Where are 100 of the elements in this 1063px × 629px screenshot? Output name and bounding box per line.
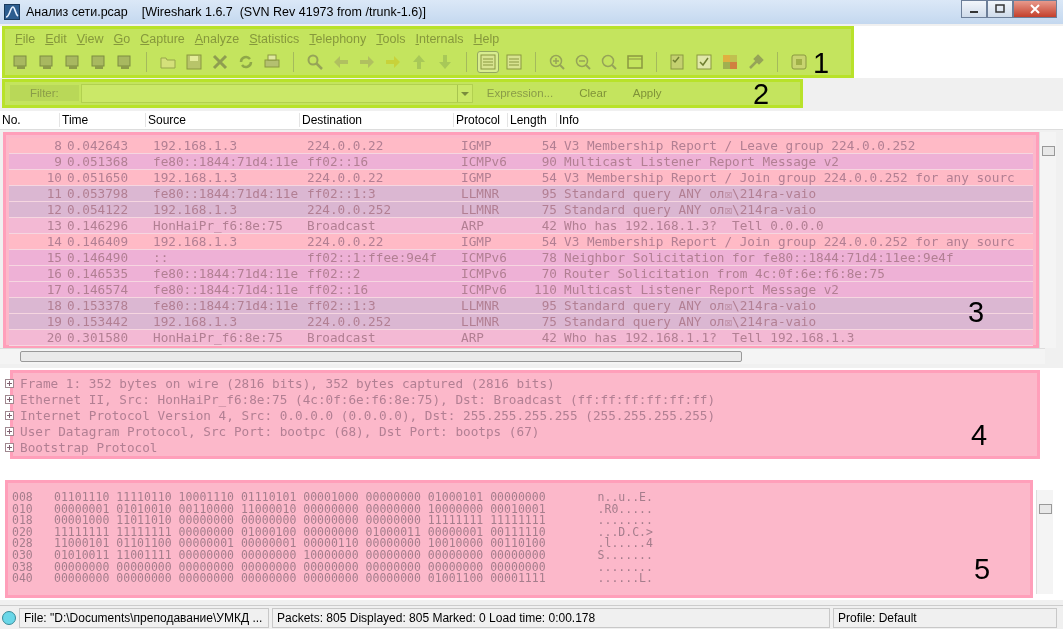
- byte-values: 11111111 11111111 00000000 01000100 00000000 01000011 00000001 00111110: [54, 526, 546, 539]
- byte-values: 00000001 01010010 00110000 11000010 00000000 00000000 10000000 00010001: [54, 503, 546, 516]
- status-file: File: "D:\Documents\преподавание\УМКД ...: [19, 607, 269, 628]
- expand-icon[interactable]: [5, 410, 14, 420]
- table-cell-text: 70: [540, 266, 558, 281]
- byte-ascii: .l.....4: [597, 538, 653, 550]
- column-header[interactable]: Time: [60, 113, 146, 127]
- column-header[interactable]: Info: [557, 113, 1063, 127]
- column-header[interactable]: Length: [508, 113, 557, 127]
- toolbar-button[interactable]: [183, 51, 205, 73]
- table-cell-text: fe80::1844:71d4:11e: [152, 154, 300, 169]
- scrollbar-thumb[interactable]: [1039, 504, 1052, 514]
- table-cell-text: ARP: [460, 330, 485, 345]
- table-cell-text: IGMP: [460, 138, 493, 153]
- minimize-icon: [970, 11, 978, 13]
- scrollbar[interactable]: [0, 348, 1045, 364]
- table-cell-text: ff02::2: [306, 266, 362, 281]
- table-cell-text: 224.0.0.22: [306, 138, 385, 153]
- table-cell-text: LLMNR: [460, 314, 501, 329]
- scrollbar-thumb[interactable]: [20, 351, 742, 362]
- byte-offset: 040: [12, 573, 34, 585]
- table-cell-text: Who has 192.168.1.1? Tell 192.168.1.3: [563, 330, 855, 345]
- filter-button[interactable]: Expression...: [474, 85, 566, 101]
- menu-item[interactable]: View: [71, 32, 109, 46]
- zoom-out-icon: [574, 53, 592, 71]
- expand-icon[interactable]: [5, 426, 14, 436]
- table-cell-text: ::: [152, 250, 170, 265]
- table-cell-text: 192.168.1.3: [152, 314, 239, 329]
- annotation-number: 4: [971, 421, 988, 450]
- tree-item[interactable]: Bootstrap Protocol: [20, 439, 158, 455]
- table-cell-text: 95: [540, 186, 558, 201]
- packet-row[interactable]: 16 0.146535 fe80::1844:71d4:11e ff02::2 ICMPv6 70 Router Solicitation from 4c:0f:6e:f6:8e:75: [9, 266, 1033, 282]
- close-button[interactable]: [1013, 0, 1057, 18]
- packet-row[interactable]: 10 0.051650 192.168.1.3 224.0.0.22 IGMP 54 V3 Membership Report / Join group 224.0.0.252 for any sourc: [9, 170, 1033, 186]
- filter-field[interactable]: [80, 83, 473, 103]
- table-cell-text: 192.168.1.3: [152, 202, 239, 217]
- table-cell-text: 75: [540, 314, 558, 329]
- menu-item[interactable]: Help: [468, 32, 505, 46]
- scrollbar[interactable]: [1039, 132, 1056, 348]
- byte-ascii: ........: [597, 515, 653, 527]
- table-cell-text: 54: [540, 138, 558, 153]
- menu-item[interactable]: Go: [108, 32, 136, 46]
- menu-item[interactable]: Tools: [371, 32, 411, 46]
- toolbar-button[interactable]: [477, 51, 499, 73]
- table-cell-text: ff02::1:3: [306, 186, 377, 201]
- scrollbar[interactable]: [1036, 490, 1053, 594]
- table-cell-text: 17: [45, 282, 63, 297]
- maximize-button[interactable]: [987, 0, 1013, 18]
- column-header[interactable]: Source: [146, 113, 300, 127]
- monitor-icon: [90, 53, 108, 71]
- menu-item[interactable]: Capture: [135, 32, 190, 46]
- palette-icon: [721, 53, 739, 71]
- table-cell-text: Broadcast: [306, 218, 377, 233]
- packet-row[interactable]: 13 0.146296 HonHaiPr_f6:8e:75 Broadcast ARP 42 Who has 192.168.1.3? Tell 0.0.0.0: [9, 218, 1033, 234]
- column-header[interactable]: No.: [0, 113, 60, 127]
- table-cell-text: ICMPv6: [460, 154, 508, 169]
- minimize-button[interactable]: [961, 0, 987, 18]
- packet-row[interactable]: 15 0.146490 :: ff02::1:ffee:9e4f ICMPv6 78 Neighbor Solicitation for fe80::1844:71d4:11ee:9e4f: [9, 250, 1033, 266]
- packet-row[interactable]: 20 0.301580 HonHaiPr_f6:8e:75 Broadcast ARP 42 Who has 192.168.1.1? Tell 192.168.1.3: [9, 330, 1033, 346]
- table-cell-text: 0.146409: [66, 234, 130, 249]
- table-cell-text: 54: [540, 170, 558, 185]
- menu-item[interactable]: Telephony: [304, 32, 372, 46]
- menu-item[interactable]: Statistics: [244, 32, 305, 46]
- checklist-icon: [669, 53, 687, 71]
- table-cell-text: ARP: [460, 218, 485, 233]
- table-cell-text: 0.042643: [66, 138, 130, 153]
- menu-item[interactable]: File: [10, 32, 41, 46]
- expand-icon[interactable]: [5, 442, 14, 452]
- packet-row[interactable]: 17 0.146574 fe80::1844:71d4:11e ff02::16 ICMPv6 110 Multicast Listener Report Message v2: [9, 282, 1033, 298]
- byte-ascii: .R0.....: [597, 503, 653, 516]
- toolbar-button[interactable]: [693, 51, 715, 73]
- packet-row[interactable]: 8 0.042643 192.168.1.3 224.0.0.22 IGMP 54 V3 Membership Report / Leave group 224.0.0.252: [9, 138, 1033, 154]
- table-cell-text: 0.146296: [66, 218, 130, 233]
- menu-item[interactable]: Analyze: [189, 32, 245, 46]
- tree-item[interactable]: User Datagram Protocol, Src Port: bootpc (68), Dst Port: bootps (67): [20, 423, 540, 439]
- menu-item[interactable]: Edit: [40, 32, 72, 46]
- packet-row[interactable]: 12 0.054122 192.168.1.3 224.0.0.252 LLMNR 75 Standard query ANY ол☒\214ra-vaio: [9, 202, 1033, 218]
- byte-offset: 028: [12, 538, 34, 550]
- menu-item[interactable]: Internals: [410, 32, 469, 46]
- byte-offset: 010: [12, 503, 34, 516]
- close-icon: [1030, 4, 1040, 14]
- table-cell-text: 12: [45, 202, 63, 217]
- scrollbar-thumb[interactable]: [1042, 146, 1055, 156]
- byte-offset: 030: [12, 549, 34, 562]
- tree-item[interactable]: Ethernet II, Src: HonHaiPr_f6:8e:75 (4c:0f:6e:f6:8e:75), Dst: Broadcast (ff:ff:ff:ff:ff:ff): [20, 391, 716, 407]
- table-cell-text: Router Solicitation from 4c:0f:6e:f6:8e:75: [563, 266, 885, 281]
- packet-row[interactable]: 11 0.053798 fe80::1844:71d4:11e ff02::1:3 LLMNR 95 Standard query ANY ол☒\214ra-vaio: [9, 186, 1033, 202]
- packet-row[interactable]: 14 0.146409 192.168.1.3 224.0.0.22 IGMP 54 V3 Membership Report / Join group 224.0.0.252 for any sourc: [9, 234, 1033, 250]
- column-header[interactable]: Protocol: [454, 113, 508, 127]
- table-cell-text: 8: [53, 138, 63, 153]
- tree-item[interactable]: Internet Protocol Version 4, Src: 0.0.0.0 (0.0.0.0), Dst: 255.255.255.255 (255.255.255.255): [20, 407, 716, 423]
- table-cell-text: 0.051650: [66, 170, 130, 185]
- tree-item[interactable]: Frame 1: 352 bytes on wire (2816 bits), 352 bytes captured (2816 bits): [20, 375, 555, 391]
- expand-icon[interactable]: [5, 394, 14, 404]
- toolbar-button[interactable]: [503, 51, 525, 73]
- packet-row[interactable]: 9 0.051368 fe80::1844:71d4:11e ff02::16 ICMPv6 90 Multicast Listener Report Message v2: [9, 154, 1033, 170]
- expand-icon[interactable]: [5, 378, 14, 388]
- column-header[interactable]: Destination: [300, 113, 454, 127]
- table-cell-text: 192.168.1.3: [152, 234, 239, 249]
- filter-label: Filter:: [10, 85, 79, 101]
